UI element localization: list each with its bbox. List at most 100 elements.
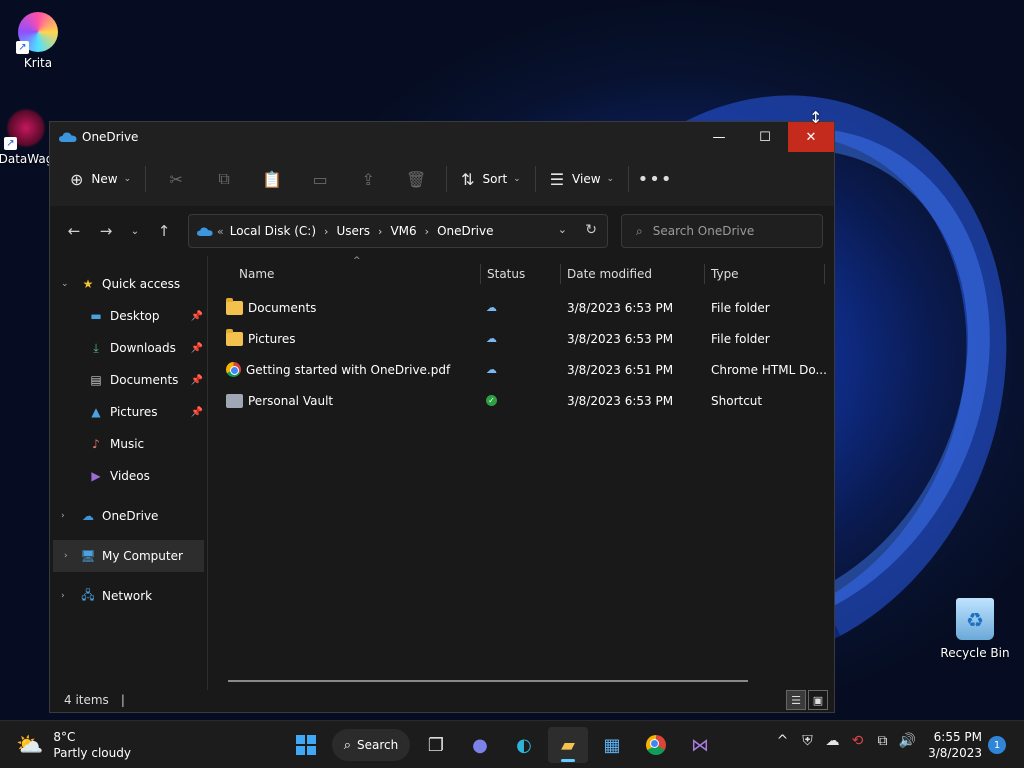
column-type[interactable]: Type xyxy=(702,256,739,292)
desktop-icon-krita[interactable]: ↗ Krita xyxy=(0,12,76,70)
weather-text: 8°C Partly cloudy xyxy=(53,729,131,761)
column-status[interactable]: Status xyxy=(478,256,525,292)
weather-temp: 8°C xyxy=(53,730,76,744)
sidebar-item-label: Downloads xyxy=(110,341,176,355)
back-button[interactable]: ← xyxy=(58,216,90,246)
security-shield-icon[interactable]: ⛨ xyxy=(795,733,820,749)
table-row[interactable]: Pictures ☁ 3/8/2023 6:53 PM File folder xyxy=(208,323,834,354)
table-row[interactable]: Getting started with OneDrive.pdf ☁ 3/8/… xyxy=(208,354,834,385)
sidebar-item-label: Videos xyxy=(110,469,150,483)
breadcrumb-local-disk[interactable]: Local Disk (C:) xyxy=(230,224,316,238)
arrow-right-icon: → xyxy=(99,222,113,240)
arrow-left-icon: ← xyxy=(67,222,81,240)
breadcrumb-vm6[interactable]: VM6 xyxy=(390,224,416,238)
network-icon[interactable]: ⧉ xyxy=(870,733,895,749)
details-view-button[interactable]: ☰ xyxy=(786,690,806,710)
column-date-modified[interactable]: Date modified xyxy=(558,256,652,292)
rename-button[interactable]: ▭ xyxy=(296,163,344,195)
clock[interactable]: 6:55 PM 3/8/2023 xyxy=(926,729,982,761)
cloud-icon: ☁ xyxy=(82,509,94,523)
sidebar-item-pictures[interactable]: ▲ Pictures 📌 xyxy=(50,396,207,428)
pin-icon[interactable]: 📌 xyxy=(191,311,203,322)
more-options-button[interactable]: ••• xyxy=(635,169,675,190)
sidebar-item-network[interactable]: › 🖧 Network xyxy=(50,580,207,612)
copy-button[interactable]: ⧉ xyxy=(200,163,248,195)
chevron-right-icon: › xyxy=(424,224,430,238)
task-view-button[interactable]: ❐ xyxy=(416,727,456,763)
edge-button[interactable]: ◐ xyxy=(504,727,544,763)
sidebar-item-label: Pictures xyxy=(110,405,158,419)
paste-button[interactable]: 📋 xyxy=(248,163,296,195)
weather-widget[interactable]: ⛅ 8°C Partly cloudy xyxy=(16,729,131,761)
sidebar-item-quick-access[interactable]: ⌄ ★ Quick access xyxy=(50,268,207,300)
sidebar-item-label: Music xyxy=(110,437,145,451)
share-button[interactable]: ⇪ xyxy=(344,163,392,195)
desktop-icon-recycle-bin[interactable]: Recycle Bin xyxy=(937,598,1013,660)
download-icon: ⤓ xyxy=(93,340,99,355)
sidebar-item-my-computer[interactable]: › 🖥 My Computer xyxy=(53,540,204,572)
picture-icon: ▲ xyxy=(91,405,101,419)
tiles-view-button[interactable]: ▣ xyxy=(808,690,828,710)
recycle-bin-icon xyxy=(956,598,994,640)
cut-button[interactable]: ✂ xyxy=(152,163,200,195)
file-name-cell: Documents xyxy=(226,292,316,323)
view-label: View xyxy=(572,172,601,186)
up-button[interactable]: ↑ xyxy=(148,216,180,246)
sidebar-item-downloads[interactable]: ⤓ Downloads 📌 xyxy=(50,332,207,364)
file-name: Personal Vault xyxy=(248,393,334,408)
share-icon: ⇪ xyxy=(361,169,375,189)
speaker-icon[interactable]: 🔊 xyxy=(895,733,920,749)
delete-button[interactable]: 🗑 xyxy=(392,163,440,195)
clock-date: 3/8/2023 xyxy=(928,746,982,760)
sync-icon[interactable]: ⟲ xyxy=(845,733,870,749)
search-input[interactable] xyxy=(652,224,803,238)
title-bar[interactable]: OneDrive — ☐ ✕ xyxy=(50,122,834,152)
music-icon: ♪ xyxy=(92,437,100,451)
start-button[interactable] xyxy=(286,727,326,763)
file-explorer-button[interactable]: ▰ xyxy=(548,727,588,763)
partly-cloudy-icon: ⛅ xyxy=(16,732,44,758)
table-row[interactable]: Personal Vault ✓ 3/8/2023 6:53 PM Shortc… xyxy=(208,385,834,416)
pin-icon[interactable]: 📌 xyxy=(191,407,203,418)
sidebar-item-label: Desktop xyxy=(110,309,160,323)
refresh-button[interactable]: ↻ xyxy=(585,222,597,238)
sidebar-item-videos[interactable]: ▶ Videos xyxy=(50,460,207,492)
sidebar-item-music[interactable]: ♪ Music xyxy=(50,428,207,460)
column-divider[interactable] xyxy=(824,264,825,284)
sidebar-item-documents[interactable]: ▤ Documents 📌 xyxy=(50,364,207,396)
search-box[interactable]: ⌕ xyxy=(621,214,823,248)
address-bar[interactable]: « Local Disk (C:) › Users › VM6 › OneDri… xyxy=(188,214,608,248)
chat-button[interactable]: ● xyxy=(460,727,500,763)
taskbar: ⛅ 8°C Partly cloudy ⌕ Search ❐ ● ◐ ▰ ▦ ⋈… xyxy=(0,720,1024,768)
visual-studio-button[interactable]: ⋈ xyxy=(680,727,720,763)
pin-icon[interactable]: 📌 xyxy=(191,343,203,354)
breadcrumb-onedrive[interactable]: OneDrive xyxy=(437,224,493,238)
sort-button[interactable]: ⇅ Sort ⌄ xyxy=(453,163,529,195)
taskbar-search-button[interactable]: ⌕ Search xyxy=(332,729,410,761)
sidebar-item-desktop[interactable]: ▬ Desktop 📌 xyxy=(50,300,207,332)
recent-locations-button[interactable]: ⌄ xyxy=(122,216,148,246)
maximize-button[interactable]: ☐ xyxy=(742,122,788,152)
address-dropdown-button[interactable]: ⌄ xyxy=(558,223,567,236)
table-row[interactable]: Documents ☁ 3/8/2023 6:53 PM File folder xyxy=(208,292,834,323)
minimize-button[interactable]: — xyxy=(696,122,742,152)
pin-icon[interactable]: 📌 xyxy=(191,375,203,386)
chevron-up-icon[interactable]: ^ xyxy=(770,733,795,749)
chrome-button[interactable] xyxy=(636,727,676,763)
content-area: ⌄ ★ Quick access ▬ Desktop 📌 ⤓ Downloads… xyxy=(50,256,834,690)
onedrive-tray-icon[interactable]: ☁ xyxy=(820,733,845,749)
arrow-up-icon: ↑ xyxy=(157,222,171,240)
breadcrumb-overflow[interactable]: « xyxy=(217,225,224,238)
forward-button[interactable]: → xyxy=(90,216,122,246)
new-button[interactable]: ⊕ New ⌄ xyxy=(62,163,139,195)
view-button[interactable]: ☰ View ⌄ xyxy=(542,163,622,195)
store-button[interactable]: ▦ xyxy=(592,727,632,763)
sidebar-item-onedrive[interactable]: › ☁ OneDrive xyxy=(50,500,207,532)
horizontal-scrollbar[interactable] xyxy=(228,680,748,682)
clipboard-icon: 📋 xyxy=(262,169,283,189)
notification-badge[interactable]: 1 xyxy=(988,736,1006,754)
column-name[interactable]: Name xyxy=(230,256,274,292)
sidebar-item-label: Quick access xyxy=(102,277,181,291)
breadcrumb-users[interactable]: Users xyxy=(336,224,370,238)
system-tray: ^ ⛨ ☁ ⟲ ⧉ 🔊 xyxy=(770,733,920,749)
